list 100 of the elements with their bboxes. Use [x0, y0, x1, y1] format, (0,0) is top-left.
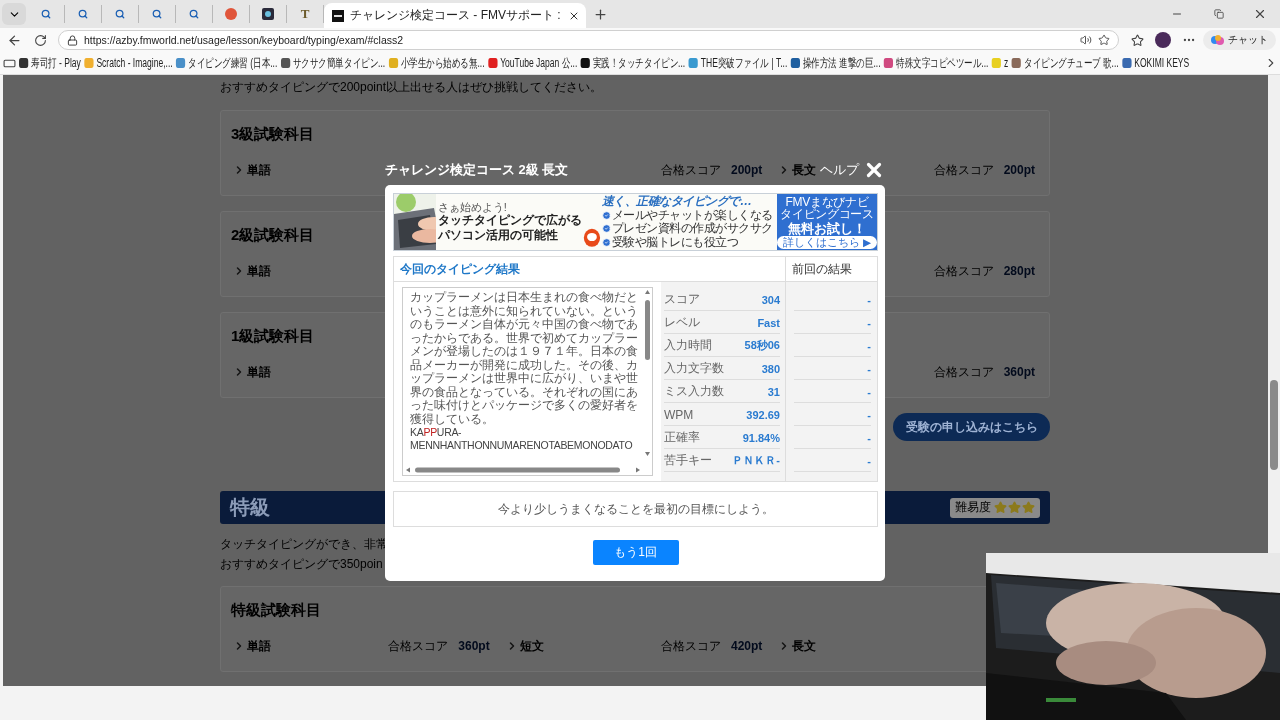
- bookmark[interactable]: Scratch - Imagine,...: [84, 56, 173, 70]
- bookmark[interactable]: KOKIMI KEYS: [1122, 56, 1190, 70]
- subject-name[interactable]: 短文: [519, 637, 544, 655]
- passing-score: 280pt: [1003, 264, 1035, 278]
- card-title: 2級試験科目: [231, 226, 315, 244]
- scrollbar-thumb[interactable]: [1270, 380, 1278, 470]
- tab-title: チャレンジ検定コース - FMVサポート :: [350, 7, 562, 24]
- stat-label: スコア: [664, 291, 700, 308]
- ad-lead: 速く、正確なタイピングで…: [601, 195, 753, 209]
- lock-icon: [67, 34, 78, 46]
- bookmark[interactable]: タイピング練習 (日本...: [176, 54, 278, 72]
- retry-button[interactable]: もう1回: [592, 540, 679, 565]
- bookmark[interactable]: 小学生から始める無...: [388, 54, 485, 72]
- details-link[interactable]: 詳しくはこちら ▶: [777, 235, 877, 249]
- ad-point: メールやチャットが楽しくなる: [611, 208, 773, 222]
- bookmark[interactable]: z: [992, 56, 1009, 70]
- subject-name[interactable]: 長文: [792, 637, 817, 655]
- previous-value: -: [867, 362, 871, 375]
- stat-value: 304: [761, 293, 780, 306]
- reload-icon: [33, 33, 47, 47]
- ball-icon: [225, 8, 237, 20]
- tagline: さぁ始めよう!: [437, 201, 508, 213]
- stat-label: WPM: [664, 407, 694, 422]
- description-text: タッチタイピングができ、非常: [220, 536, 388, 553]
- tab-list-button[interactable]: [2, 3, 26, 25]
- score-label: 合格スコア: [660, 161, 721, 179]
- check-icon: [601, 210, 611, 220]
- ad-point: プレゼン資料の作成がサクサク: [611, 222, 773, 236]
- horizontal-scrollbar[interactable]: [403, 465, 643, 475]
- stat-value: Fast: [757, 316, 780, 329]
- score-label: 合格スコア: [660, 637, 721, 655]
- restore-icon: [1214, 9, 1224, 19]
- course-text: タイピングコース: [780, 208, 874, 221]
- bookmark[interactable]: 操作方法 進撃の巨...: [790, 54, 881, 72]
- stat-value: ＰＮＫＲ-: [732, 453, 780, 468]
- logo-icon: [332, 9, 344, 22]
- passing-score: 360pt: [458, 639, 490, 653]
- back-icon: [6, 32, 22, 48]
- previous-value: -: [867, 385, 871, 398]
- romaji-text: MENNHANTHONNUMARENOTABEMONODATO: [410, 439, 633, 452]
- address-field[interactable]: https://azby.fmworld.net/usage/lesson/keyboard/typing/exam/#class2: [58, 30, 1119, 50]
- card-title: 1級試験科目: [231, 327, 315, 345]
- score-label: 合格スコア: [933, 363, 994, 381]
- stat-value: 392.69: [746, 408, 780, 421]
- subject-name[interactable]: 長文: [792, 161, 817, 179]
- brand-text: FMVまなびナビ: [785, 195, 869, 208]
- stat-label: 苦手キー: [664, 452, 712, 469]
- chat-button[interactable]: チャット: [1203, 30, 1276, 50]
- description-text: おすすめタイピングで350poin: [220, 556, 383, 573]
- bookmark[interactable]: 実践！タッチタイピン...: [580, 54, 686, 72]
- dialog-title: チャレンジ検定コース 2級 長文: [385, 161, 569, 179]
- intro-text: おすすめタイピングで200point以上出せる人はぜひ挑戦してください。: [220, 79, 603, 95]
- bookmark[interactable]: YouTube Japan 公...: [488, 54, 578, 72]
- passing-score: 360pt: [1003, 365, 1035, 379]
- copilot-icon: [1211, 33, 1224, 47]
- stat-value: 91.84%: [742, 431, 780, 444]
- stat-value: 380: [761, 362, 780, 375]
- stat-label: 入力時間: [664, 337, 712, 354]
- app-icon: [262, 8, 274, 20]
- bookmark[interactable]: 寿司打 - Play: [19, 54, 81, 72]
- typed-text-area[interactable]: [402, 287, 653, 476]
- stat-value: 31: [767, 385, 780, 398]
- read-aloud-icon[interactable]: [1080, 34, 1092, 46]
- search-icon: [152, 9, 162, 19]
- subject-name[interactable]: 単語: [247, 161, 271, 179]
- previous-value: -: [867, 293, 871, 306]
- score-label: 合格スコア: [933, 262, 994, 280]
- stat-label: 正確率: [664, 429, 700, 446]
- browser-tab[interactable]: チャレンジ検定コース - FMVサポート :: [324, 3, 586, 28]
- apply-button[interactable]: 受験の申し込みはこちら: [893, 413, 1050, 441]
- search-icon: [78, 9, 88, 19]
- star-icon: [1130, 33, 1144, 47]
- bookmark[interactable]: 特殊文字コピペツール...: [884, 54, 989, 72]
- previous-value: -: [867, 454, 871, 467]
- card-title: 3級試験科目: [231, 125, 315, 143]
- ad-banner[interactable]: さぁ始めよう! タッチタイピングで広がる パソコン活用の可能性 速く、正確なタイピングで… メールやチャットが楽しくなる プレゼン資料の作成がサクサク 受験や脳トレにも役立つ FMVまなびナビ タイピングコース 無料お試し！ 詳しくはこちら ▶: [393, 193, 878, 251]
- bookmark[interactable]: タイピングチューブ 歌...: [1011, 54, 1119, 72]
- avatar: [1155, 32, 1171, 48]
- stat-value: 58秒06: [744, 338, 780, 353]
- tab-glyph: T: [300, 6, 310, 22]
- help-link[interactable]: ヘルプ: [820, 161, 859, 179]
- passing-score: 200pt: [730, 163, 763, 177]
- bookmark[interactable]: THE突破ファイル | T...: [688, 54, 788, 72]
- star-icon[interactable]: [1098, 34, 1110, 46]
- plus-icon: [592, 6, 608, 22]
- subject-name[interactable]: 単語: [247, 363, 271, 381]
- search-icon: [41, 9, 51, 19]
- stat-label: ミス入力数: [664, 383, 724, 400]
- romaji-text: KAPPURA-: [410, 426, 462, 439]
- ad-point: 受験や脳トレにも役立つ: [611, 235, 739, 249]
- passing-score: 420pt: [730, 639, 763, 653]
- passing-score: 200pt: [1003, 163, 1035, 177]
- search-icon: [189, 9, 199, 19]
- close-icon: [1253, 7, 1267, 21]
- subject-name[interactable]: 単語: [247, 262, 271, 280]
- search-icon: [115, 9, 125, 19]
- check-icon: [601, 224, 611, 234]
- stat-label: 入力文字数: [664, 360, 724, 377]
- subject-name[interactable]: 単語: [247, 637, 271, 655]
- bookmark[interactable]: サクサク簡単タイピン...: [280, 54, 386, 72]
